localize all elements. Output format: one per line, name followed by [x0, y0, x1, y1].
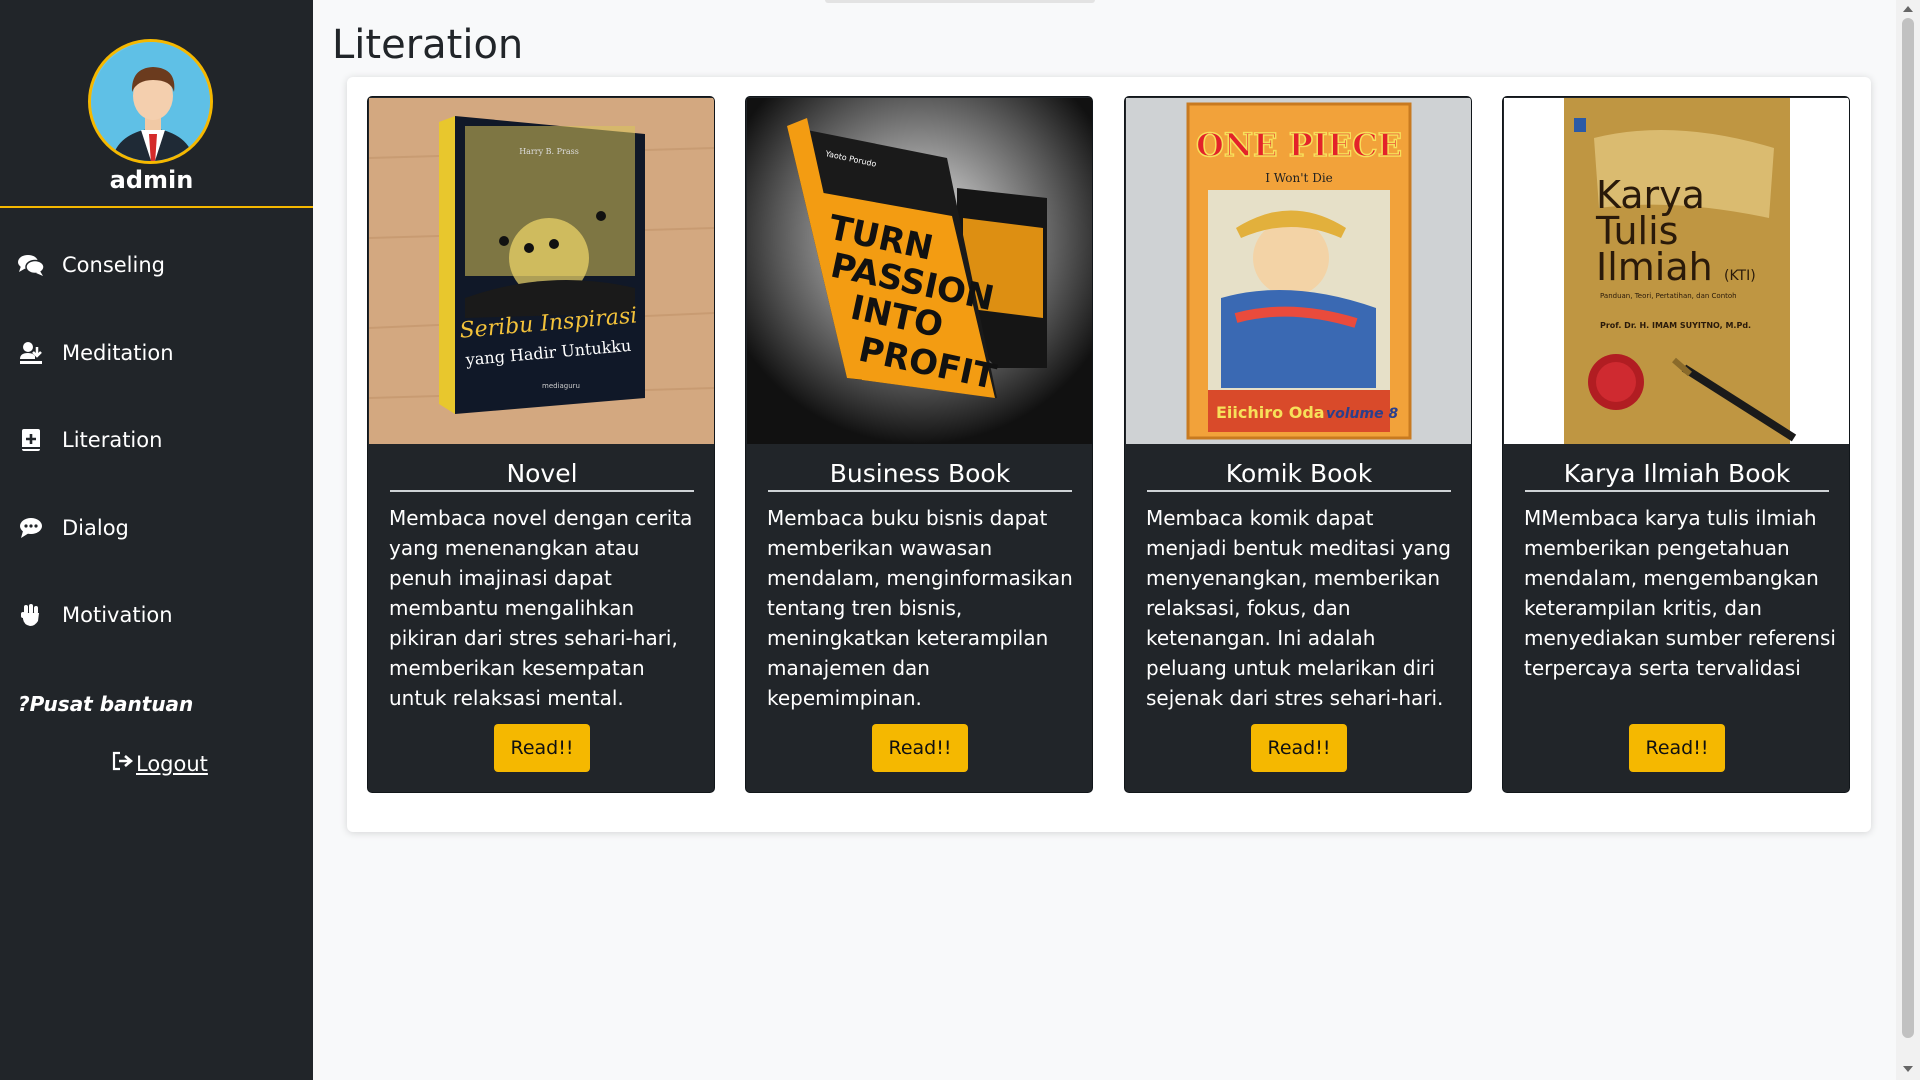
person-download-icon — [18, 340, 44, 366]
sidebar: admin Conseling Meditation Literation Di… — [0, 0, 313, 1080]
cover-title-suffix: (KTI) — [1724, 268, 1756, 284]
book-cover-karya-ilmiah[interactable]: Karya Tulis Ilmiah (KTI) Panduan, Teori,… — [1504, 98, 1849, 444]
chat-bubbles-icon — [18, 252, 44, 278]
card-description: MMembaca karya tulis ilmiah memberikan p… — [1524, 506, 1836, 680]
help-center-link[interactable]: ?Pusat bantuan — [18, 692, 193, 716]
book-cover-komik[interactable]: ONE PIECE I Won't Die Eiichiro Oda volum… — [1126, 98, 1471, 444]
sidebar-item-motivation[interactable]: Motivation — [18, 602, 173, 628]
cover-title-line3: Ilmiah — [1596, 245, 1713, 289]
page-title: Literation — [332, 22, 524, 68]
sidebar-item-dialog[interactable]: Dialog — [18, 515, 129, 541]
sidebar-item-label: Literation — [62, 428, 163, 452]
cover-publisher: mediaguru — [542, 382, 580, 390]
scroll-down-icon[interactable] — [1903, 1066, 1913, 1072]
cover-subtitle: I Won't Die — [1265, 171, 1333, 185]
cover-subtitle: Panduan, Teori, Pertatihan, dan Contoh — [1600, 292, 1737, 300]
read-button[interactable]: Read!! — [872, 724, 968, 772]
book-plus-icon — [18, 427, 44, 453]
read-button[interactable]: Read!! — [1251, 724, 1347, 772]
book-card-karya-ilmiah: Karya Tulis Ilmiah (KTI) Panduan, Teori,… — [1502, 96, 1850, 793]
card-title: Karya Ilmiah Book — [1525, 459, 1829, 492]
sidebar-item-label: Conseling — [62, 253, 165, 277]
logout-icon — [112, 751, 134, 776]
card-title: Komik Book — [1147, 459, 1451, 492]
sidebar-item-label: Meditation — [62, 341, 174, 365]
sidebar-item-conseling[interactable]: Conseling — [18, 252, 165, 278]
fist-icon — [18, 602, 44, 628]
logout-link[interactable]: Logout — [112, 751, 208, 776]
cover-author: Harry B. Prass — [519, 147, 579, 156]
cover-volume: volume 8 — [1326, 406, 1398, 422]
logout-label: Logout — [136, 751, 208, 776]
cover-title-line1: ONE PIECE — [1196, 126, 1402, 164]
read-button[interactable]: Read!! — [494, 724, 590, 772]
avatar — [88, 39, 213, 164]
book-card-novel: Harry B. Prass Seribu Inspirasi yang Had… — [367, 96, 715, 793]
cover-author: Prof. Dr. H. IMAM SUYITNO, M.Pd. — [1600, 321, 1751, 330]
sidebar-item-label: Motivation — [62, 603, 173, 627]
card-description: Membaca komik dapat menjadi bentuk medit… — [1146, 506, 1451, 710]
card-description: Membaca novel dengan cerita yang menenan… — [389, 506, 693, 710]
book-cover-business[interactable]: Yaoto Porudo TURN PASSION INTO PROFIT — [747, 98, 1092, 444]
book-card-business: Yaoto Porudo TURN PASSION INTO PROFIT Bu… — [745, 96, 1093, 793]
sidebar-item-literation[interactable]: Literation — [18, 427, 162, 453]
cover-author: Eiichiro Oda — [1216, 403, 1325, 422]
sidebar-item-label: Dialog — [62, 516, 129, 540]
book-card-komik: ONE PIECE I Won't Die Eiichiro Oda volum… — [1124, 96, 1472, 793]
scroll-up-icon[interactable] — [1903, 6, 1913, 12]
book-cover-novel[interactable]: Harry B. Prass Seribu Inspirasi yang Had… — [369, 98, 714, 444]
username: admin — [109, 166, 194, 194]
scrollbar-thumb[interactable] — [1902, 18, 1914, 1038]
card-title: Business Book — [768, 459, 1072, 492]
comment-dots-icon — [18, 515, 44, 541]
card-description: Membaca buku bisnis dapat memberikan waw… — [767, 506, 1073, 710]
cards-panel: Harry B. Prass Seribu Inspirasi yang Had… — [347, 77, 1871, 832]
top-tab-indicator — [825, 0, 1095, 3]
sidebar-item-meditation[interactable]: Meditation — [18, 340, 174, 366]
card-title: Novel — [390, 459, 694, 492]
read-button[interactable]: Read!! — [1629, 724, 1725, 772]
